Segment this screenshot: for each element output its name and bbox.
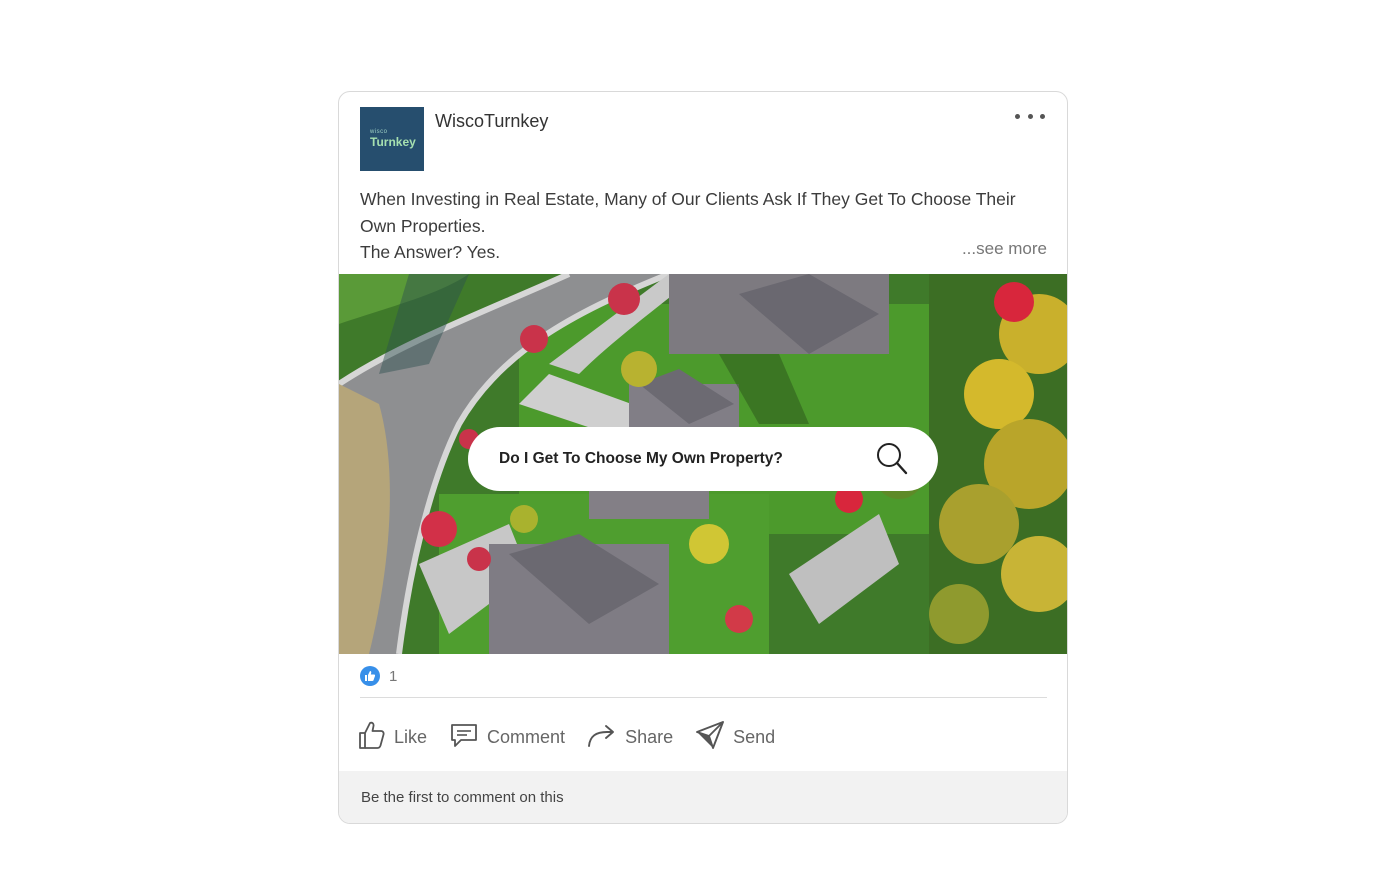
comment-icon — [449, 721, 479, 754]
share-button[interactable]: Share — [587, 722, 673, 753]
send-plane-icon — [695, 720, 725, 755]
comment-prompt-text: Be the first to comment on this — [361, 789, 564, 806]
post-body: When Investing in Real Estate, Many of O… — [360, 186, 1050, 266]
company-logo[interactable]: wisco Turnkey — [360, 107, 424, 171]
search-icon — [876, 442, 908, 476]
comment-button[interactable]: Comment — [449, 721, 565, 754]
logo-text-big: Turnkey — [370, 135, 416, 149]
like-button[interactable]: Like — [358, 720, 427, 755]
post-text-line1: When Investing in Real Estate, Many of O… — [360, 189, 1016, 236]
reaction-count: 1 — [389, 667, 398, 685]
social-actions-bar: Like Comment Share Send — [358, 720, 797, 755]
comment-prompt-bar[interactable]: Be the first to comment on this — [339, 771, 1067, 823]
more-options-icon[interactable] — [1015, 106, 1045, 126]
feed-post-card: wisco Turnkey WiscoTurnkey When Investin… — [338, 91, 1068, 824]
post-author-name[interactable]: WiscoTurnkey — [435, 111, 548, 132]
image-search-text: Do I Get To Choose My Own Property? — [499, 450, 783, 467]
send-label: Send — [733, 727, 776, 747]
divider — [360, 697, 1047, 698]
image-search-pill: Do I Get To Choose My Own Property? — [468, 427, 938, 491]
like-label: Like — [394, 727, 428, 747]
post-image[interactable]: Do I Get To Choose My Own Property? — [339, 274, 1067, 654]
share-arrow-icon — [587, 722, 617, 753]
share-label: Share — [625, 727, 674, 747]
see-more-link[interactable]: ...see more — [962, 239, 1047, 259]
like-icon — [360, 666, 380, 686]
reaction-summary[interactable]: 1 — [360, 666, 397, 686]
send-button[interactable]: Send — [695, 720, 775, 755]
post-text-line2: The Answer? Yes. — [360, 242, 501, 262]
comment-label: Comment — [487, 727, 566, 747]
thumbs-up-icon — [358, 720, 386, 755]
